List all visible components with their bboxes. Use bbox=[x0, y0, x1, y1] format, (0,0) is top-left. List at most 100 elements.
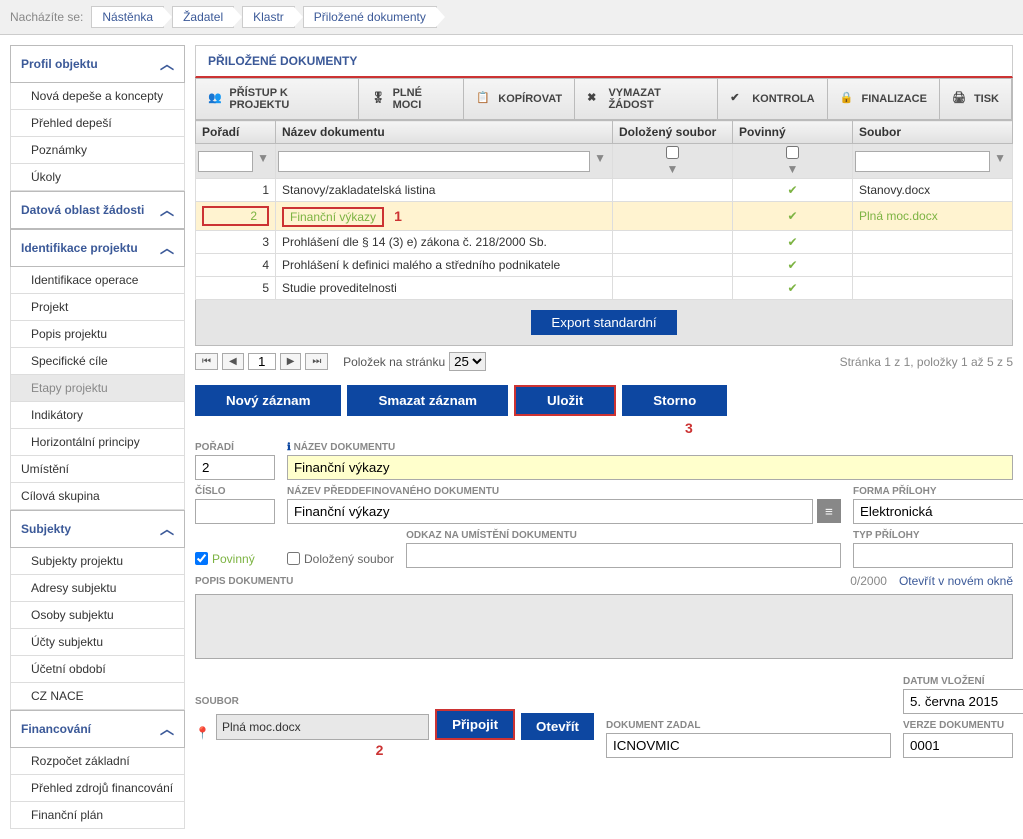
toolbar-tisk[interactable]: 🖨TISK bbox=[940, 79, 1012, 119]
odkaz-input[interactable] bbox=[406, 543, 841, 568]
datum-input[interactable] bbox=[903, 689, 1023, 714]
cancel-button[interactable]: Storno bbox=[622, 385, 727, 416]
sidebar-item-prehled[interactable]: Přehled depeší bbox=[10, 110, 185, 137]
sidebar-item-indikatory[interactable]: Indikátory bbox=[10, 402, 185, 429]
sidebar: Profil objektu︿ Nová depeše a koncepty P… bbox=[10, 45, 185, 829]
sidebar-item-ukoly[interactable]: Úkoly bbox=[10, 164, 185, 191]
sidebar-item-prehled-zdroju[interactable]: Přehled zdrojů financování bbox=[10, 775, 185, 802]
sidebar-header-subjekty[interactable]: Subjekty︿ bbox=[10, 510, 185, 548]
poradi-label: POŘADÍ bbox=[195, 442, 275, 453]
cell-dolozeny bbox=[613, 179, 733, 202]
toolbar-vymazat[interactable]: ✖VYMAZAT ŽÁDOST bbox=[575, 79, 718, 119]
sidebar-header-identifikace[interactable]: Identifikace projektu︿ bbox=[10, 229, 185, 267]
sidebar-item-umisteni[interactable]: Umístění bbox=[10, 456, 185, 483]
predef-input[interactable] bbox=[287, 499, 813, 524]
cislo-input[interactable] bbox=[195, 499, 275, 524]
sidebar-item-cilova[interactable]: Cílová skupina bbox=[10, 483, 185, 510]
sidebar-header-profil[interactable]: Profil objektu︿ bbox=[10, 45, 185, 83]
sidebar-item-horizontal[interactable]: Horizontální principy bbox=[10, 429, 185, 456]
crumb-nastenka[interactable]: Nástěnka bbox=[91, 6, 164, 28]
pager-next[interactable]: ▶ bbox=[280, 353, 302, 370]
print-icon: 🖨 bbox=[952, 91, 968, 107]
table-row[interactable]: 4 Prohlášení k definici malého a střední… bbox=[196, 254, 1013, 277]
popis-textarea[interactable] bbox=[195, 594, 1013, 659]
filter-icon[interactable]: ▼ bbox=[590, 151, 610, 172]
popis-open-link[interactable]: Otevřít v novém okně bbox=[899, 574, 1013, 588]
toolbar-pristup[interactable]: 👥PŘÍSTUP K PROJEKTU bbox=[196, 79, 359, 119]
toolbar-finalizace[interactable]: 🔒FINALIZACE bbox=[828, 79, 940, 119]
filter-nazev[interactable] bbox=[278, 151, 590, 172]
table-row[interactable]: 2 Finanční výkazy 1 ✔ Plná moc.docx bbox=[196, 202, 1013, 231]
sidebar-item-depese[interactable]: Nová depeše a koncepty bbox=[10, 83, 185, 110]
toolbar-plnemoci[interactable]: 🎖PLNÉ MOCI bbox=[359, 79, 464, 119]
filter-soubor[interactable] bbox=[855, 151, 990, 172]
filter-poradi[interactable] bbox=[198, 151, 253, 172]
filter-icon[interactable]: ▼ bbox=[783, 162, 803, 176]
nazev-input[interactable] bbox=[287, 455, 1013, 480]
chevron-up-icon: ︿ bbox=[160, 200, 174, 220]
poradi-input[interactable] bbox=[195, 455, 275, 480]
table-row[interactable]: 5 Studie proveditelnosti ✔ bbox=[196, 277, 1013, 300]
table-row[interactable]: 1 Stanovy/zakladatelská listina ✔ Stanov… bbox=[196, 179, 1013, 202]
action-buttons: Nový záznam Smazat záznam Uložit Storno bbox=[195, 385, 1013, 416]
sidebar-item-ucty[interactable]: Účty subjektu bbox=[10, 629, 185, 656]
sidebar-item-ucetni[interactable]: Účetní období bbox=[10, 656, 185, 683]
dolozeny-checkbox[interactable]: Doložený soubor bbox=[287, 552, 394, 566]
filter-icon[interactable]: ▼ bbox=[990, 151, 1010, 172]
filter-icon[interactable]: ▼ bbox=[663, 162, 683, 176]
table-row[interactable]: 3 Prohlášení dle § 14 (3) e) zákona č. 2… bbox=[196, 231, 1013, 254]
filter-povinny-cb[interactable] bbox=[735, 146, 850, 159]
pager-last[interactable]: ⏭ bbox=[305, 353, 328, 370]
pager-prev[interactable]: ◀ bbox=[222, 353, 244, 370]
chevron-up-icon: ︿ bbox=[160, 519, 174, 539]
cell-file bbox=[853, 231, 1013, 254]
th-poradi[interactable]: Pořadí bbox=[196, 121, 276, 144]
filter-icon[interactable]: ▼ bbox=[253, 151, 273, 172]
sidebar-item-etapy[interactable]: Etapy projektu bbox=[10, 375, 185, 402]
pripojit-button[interactable]: Připojit bbox=[437, 711, 513, 738]
th-dolozeny[interactable]: Doložený soubor bbox=[613, 121, 733, 144]
zadal-input[interactable] bbox=[606, 733, 891, 758]
cell-name: Prohlášení dle § 14 (3) e) zákona č. 218… bbox=[276, 231, 613, 254]
predef-lookup[interactable]: ≡ bbox=[817, 499, 841, 523]
breadcrumb: Nacházíte se: Nástěnka Žadatel Klastr Př… bbox=[0, 0, 1023, 35]
pager: ⏮ ◀ ▶ ⏭ Položek na stránku 25 Stránka 1 … bbox=[195, 346, 1013, 377]
sidebar-item-finplan[interactable]: Finanční plán bbox=[10, 802, 185, 829]
forma-input[interactable] bbox=[853, 499, 1023, 524]
pager-first[interactable]: ⏮ bbox=[195, 353, 218, 370]
filter-dolozeny-cb[interactable] bbox=[615, 146, 730, 159]
sidebar-item-poznamky[interactable]: Poznámky bbox=[10, 137, 185, 164]
sidebar-item-operace[interactable]: Identifikace operace bbox=[10, 267, 185, 294]
typ-input[interactable] bbox=[853, 543, 1013, 568]
verze-input[interactable] bbox=[903, 733, 1013, 758]
sidebar-item-osoby[interactable]: Osoby subjektu bbox=[10, 602, 185, 629]
sidebar-item-adresy[interactable]: Adresy subjektu bbox=[10, 575, 185, 602]
crumb-klastr[interactable]: Klastr bbox=[242, 6, 295, 28]
sidebar-item-rozpocet[interactable]: Rozpočet základní bbox=[10, 748, 185, 775]
otevrit-button[interactable]: Otevřít bbox=[521, 713, 594, 740]
sidebar-item-popis[interactable]: Popis projektu bbox=[10, 321, 185, 348]
toolbar-kopirovat[interactable]: 📋KOPÍROVAT bbox=[464, 79, 575, 119]
export-button[interactable]: Export standardní bbox=[531, 310, 676, 335]
th-soubor[interactable]: Soubor bbox=[853, 121, 1013, 144]
crumb-zadatel[interactable]: Žadatel bbox=[172, 6, 234, 28]
sidebar-item-cile[interactable]: Specifické cíle bbox=[10, 348, 185, 375]
sidebar-item-projekt[interactable]: Projekt bbox=[10, 294, 185, 321]
sidebar-item-cznace[interactable]: CZ NACE bbox=[10, 683, 185, 710]
povinny-checkbox[interactable]: Povinný bbox=[195, 552, 255, 566]
delete-button[interactable]: Smazat záznam bbox=[347, 385, 508, 416]
toolbar-kontrola[interactable]: ✔KONTROLA bbox=[718, 79, 827, 119]
marker-2: 2 bbox=[376, 742, 384, 758]
crumb-dokumenty[interactable]: Přiložené dokumenty bbox=[303, 6, 437, 28]
pager-page[interactable] bbox=[248, 353, 276, 370]
sidebar-header-datova[interactable]: Datová oblast žádosti︿ bbox=[10, 191, 185, 229]
sidebar-header-financovani[interactable]: Financování︿ bbox=[10, 710, 185, 748]
cell-dolozeny bbox=[613, 231, 733, 254]
th-povinny[interactable]: Povinný bbox=[733, 121, 853, 144]
save-button[interactable]: Uložit bbox=[516, 387, 614, 414]
sidebar-item-subj-proj[interactable]: Subjekty projektu bbox=[10, 548, 185, 575]
new-button[interactable]: Nový záznam bbox=[195, 385, 341, 416]
th-nazev[interactable]: Název dokumentu bbox=[276, 121, 613, 144]
perpage-select[interactable]: 25 bbox=[449, 352, 486, 371]
typ-label: TYP PŘÍLOHY bbox=[853, 530, 1013, 541]
